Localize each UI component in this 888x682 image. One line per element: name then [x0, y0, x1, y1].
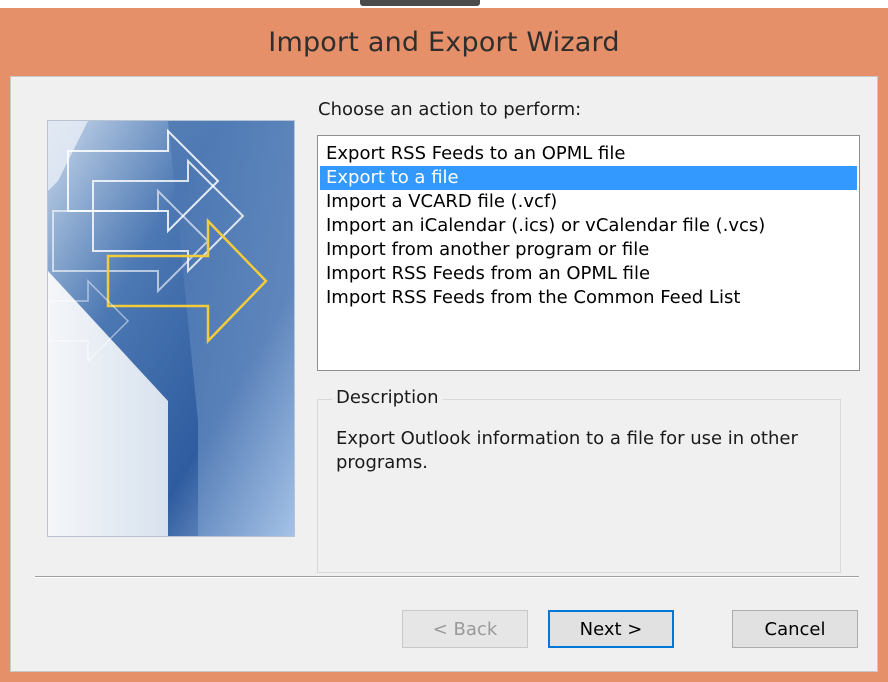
title-bar[interactable]: Import and Export Wizard — [0, 8, 888, 76]
background-window-peek — [360, 0, 480, 6]
list-item[interactable]: Import a VCARD file (.vcf) — [320, 190, 857, 214]
action-prompt-label: Choose an action to perform: — [318, 99, 582, 120]
list-item[interactable]: Import from another program or file — [320, 238, 857, 262]
list-item[interactable]: Import an iCalendar (.ics) or vCalendar … — [320, 214, 857, 238]
list-item[interactable]: Export RSS Feeds to an OPML file — [320, 142, 857, 166]
list-item[interactable]: Import RSS Feeds from the Common Feed Li… — [320, 286, 857, 310]
list-item[interactable]: Import RSS Feeds from an OPML file — [320, 262, 857, 286]
window-title: Import and Export Wizard — [268, 26, 620, 58]
cancel-button[interactable]: Cancel — [732, 610, 858, 648]
back-button[interactable]: < Back — [402, 610, 528, 648]
next-button[interactable]: Next > — [548, 610, 674, 648]
footer-separator — [35, 576, 859, 578]
wizard-banner-image — [47, 120, 295, 537]
description-groupbox: Description Export Outlook information t… — [317, 387, 841, 573]
wizard-body: Choose an action to perform: Export RSS … — [10, 76, 878, 672]
background-strip — [0, 0, 888, 8]
description-legend: Description — [332, 387, 443, 408]
description-text: Export Outlook information to a file for… — [336, 428, 798, 473]
action-listbox[interactable]: Export RSS Feeds to an OPML file Export … — [317, 135, 860, 371]
arrows-artwork-icon — [48, 121, 294, 536]
list-item-selected[interactable]: Export to a file — [320, 166, 857, 190]
wizard-window: Import and Export Wizard Choose an actio… — [0, 0, 888, 682]
